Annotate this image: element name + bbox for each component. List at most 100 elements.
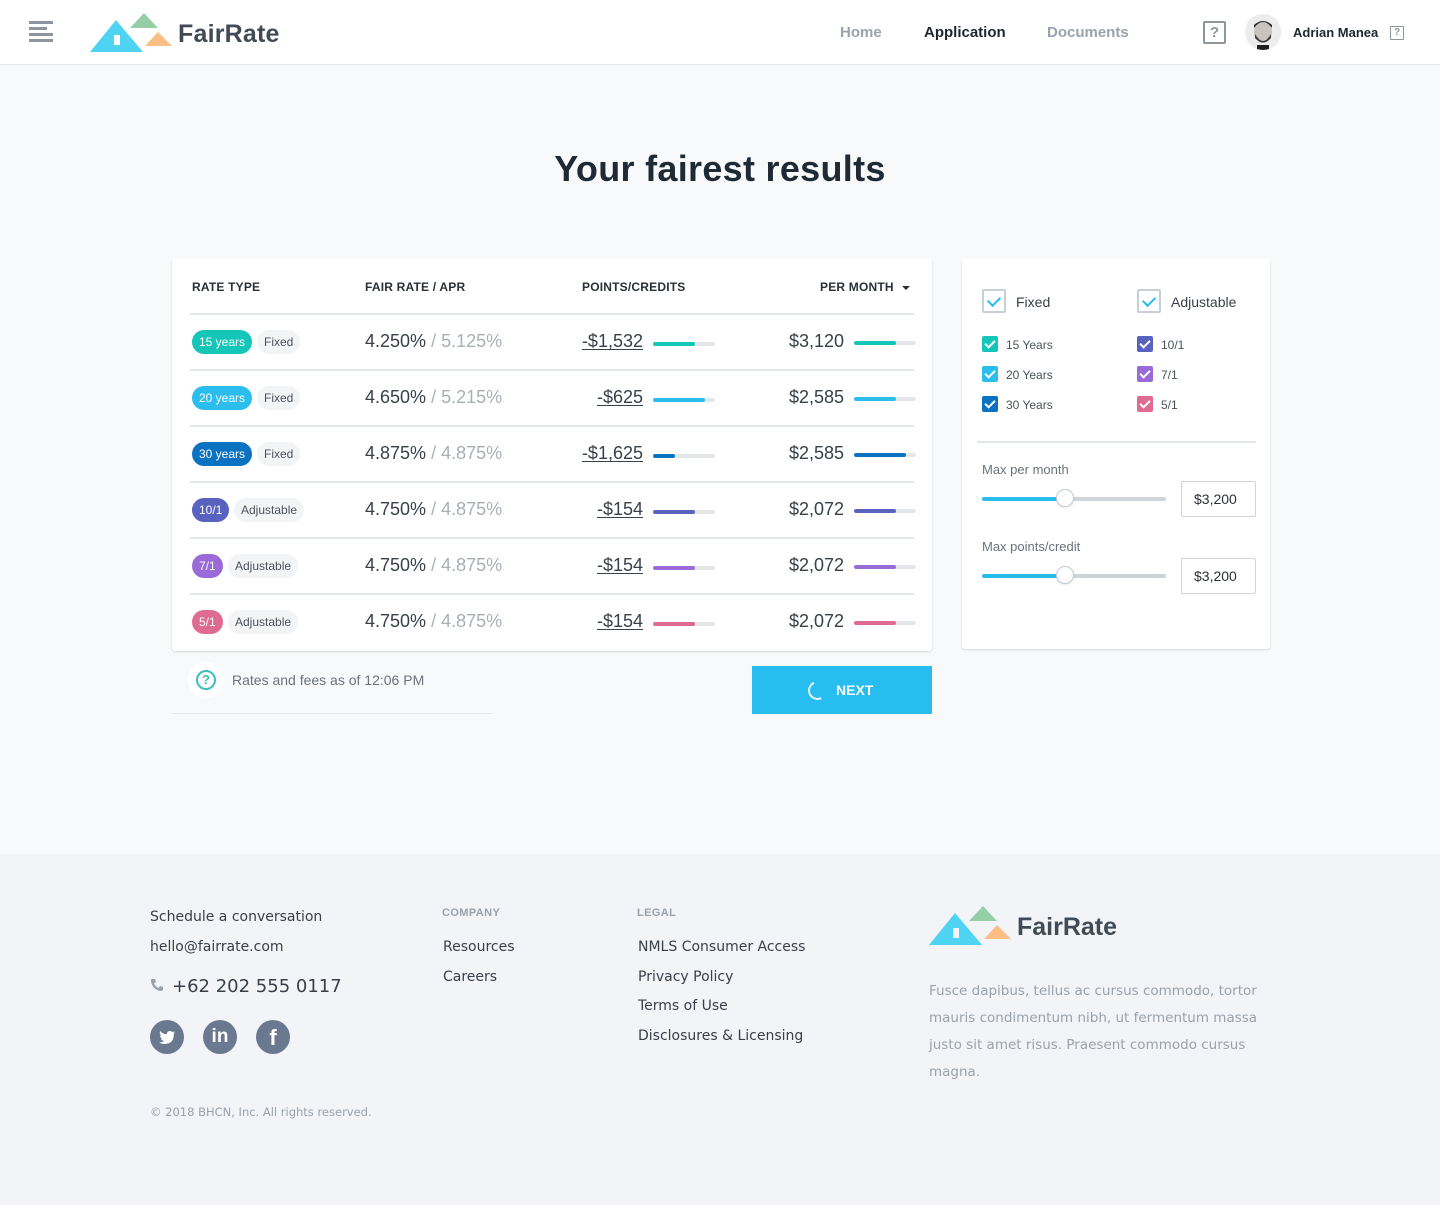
fair-rate: 4.750% / 4.875% <box>365 555 502 576</box>
column-header-rate-type: RATE TYPE <box>192 280 261 294</box>
footer-link-nmls[interactable]: NMLS Consumer Access <box>638 939 805 955</box>
slider-fill <box>982 497 1065 501</box>
schedule-link[interactable]: Schedule a conversation <box>150 909 322 925</box>
help-icon[interactable]: ? <box>1203 21 1226 44</box>
table-row[interactable]: 30 years Fixed 4.875% / 4.875% -$1,625 $… <box>190 425 916 481</box>
apr-value: / 4.875% <box>431 443 503 463</box>
checkbox-20-years[interactable] <box>982 366 998 382</box>
points-credits-link[interactable]: -$625 <box>597 387 643 408</box>
top-header: FairRate Home Application Documents ? Ad… <box>0 0 1440 65</box>
rate-value: 4.650% <box>365 387 427 407</box>
fair-rate: 4.250% / 5.125% <box>365 331 502 352</box>
brand-logo[interactable]: FairRate <box>90 13 290 53</box>
facebook-icon[interactable]: f <box>256 1020 290 1054</box>
avatar[interactable] <box>1245 14 1281 50</box>
user-help-icon[interactable]: ? <box>1390 26 1404 40</box>
max-per-month-slider[interactable] <box>982 489 1166 507</box>
adjustable-label[interactable]: Adjustable <box>1171 294 1236 310</box>
term-badge: 10/1 <box>192 498 230 522</box>
copyright: © 2018 BHCN, Inc. All rights reserved. <box>150 1105 372 1119</box>
label-5-1[interactable]: 5/1 <box>1161 398 1178 412</box>
menu-icon[interactable] <box>29 21 53 43</box>
points-bar <box>653 398 715 402</box>
twitter-icon[interactable] <box>150 1020 184 1054</box>
table-row[interactable]: 20 years Fixed 4.650% / 5.215% -$625 $2,… <box>190 369 916 425</box>
per-month-bar-fill <box>854 565 897 569</box>
loading-spinner-icon <box>805 678 830 703</box>
label-7-1[interactable]: 7/1 <box>1161 368 1178 382</box>
footer-link-terms[interactable]: Terms of Use <box>638 998 728 1014</box>
checkbox-5-1[interactable] <box>1137 396 1153 412</box>
apr-value: / 5.125% <box>431 331 503 351</box>
fixed-checkbox[interactable] <box>982 289 1006 313</box>
table-row[interactable]: 7/1 Adjustable 4.750% / 4.875% -$154 $2,… <box>190 537 916 593</box>
next-button[interactable]: NEXT <box>752 666 932 714</box>
footer-link-privacy[interactable]: Privacy Policy <box>638 969 733 985</box>
table-row[interactable]: 5/1 Adjustable 4.750% / 4.875% -$154 $2,… <box>190 593 916 649</box>
footer-link-careers[interactable]: Careers <box>443 969 497 985</box>
table-row[interactable]: 15 years Fixed 4.250% / 5.125% -$1,532 $… <box>190 313 916 369</box>
points-credits-link[interactable]: -$154 <box>597 611 643 632</box>
footer-link-disclosures[interactable]: Disclosures & Licensing <box>638 1028 803 1044</box>
label-30-years[interactable]: 30 Years <box>1006 398 1053 412</box>
max-points-input[interactable] <box>1181 558 1256 594</box>
rates-info: ? Rates and fees as of 12:06 PM <box>172 652 492 714</box>
rate-type-badge: Adjustable <box>234 498 305 522</box>
points-credits-link[interactable]: -$154 <box>597 555 643 576</box>
checkbox-15-years[interactable] <box>982 336 998 352</box>
adjustable-checkbox[interactable] <box>1137 289 1161 313</box>
footer-brand-logo[interactable]: FairRate <box>929 906 1129 946</box>
slider-thumb[interactable] <box>1055 489 1074 507</box>
points-credits-link[interactable]: -$1,625 <box>582 443 643 464</box>
nav-application[interactable]: Application <box>924 24 1006 41</box>
per-month-bar <box>854 341 916 345</box>
checkbox-7-1[interactable] <box>1137 366 1153 382</box>
linkedin-icon[interactable]: in <box>203 1020 237 1054</box>
email-link[interactable]: hello@fairrate.com <box>150 939 284 955</box>
points-credits-link[interactable]: -$154 <box>597 499 643 520</box>
brand-name: FairRate <box>178 20 280 48</box>
phone-number[interactable]: +62 202 555 0117 <box>172 976 342 997</box>
max-points-slider[interactable] <box>982 566 1166 584</box>
checkbox-10-1[interactable] <box>1137 336 1153 352</box>
points-bar <box>653 342 715 346</box>
apr-value: / 4.875% <box>431 555 503 575</box>
footer-link-resources[interactable]: Resources <box>443 939 515 955</box>
max-per-month-input[interactable] <box>1181 481 1256 517</box>
points-bar <box>653 454 715 458</box>
info-icon-wrap: ? <box>188 662 224 698</box>
nav-home[interactable]: Home <box>840 24 882 41</box>
table-row[interactable]: 10/1 Adjustable 4.750% / 4.875% -$154 $2… <box>190 481 916 537</box>
question-circle-icon[interactable]: ? <box>196 670 216 690</box>
slider-fill <box>982 574 1065 578</box>
user-name[interactable]: Adrian Manea <box>1293 25 1378 40</box>
per-month-label: PER MONTH <box>820 280 894 294</box>
rate-type-badge: Adjustable <box>228 610 299 634</box>
rate-value: 4.250% <box>365 331 427 351</box>
nav-documents[interactable]: Documents <box>1047 24 1129 41</box>
per-month-bar <box>854 453 916 457</box>
results-table: RATE TYPE FAIR RATE / APR POINTS/CREDITS… <box>172 258 932 651</box>
per-month-value: $2,072 <box>788 611 844 631</box>
house-logo-icon <box>90 13 172 52</box>
sort-caret-icon[interactable] <box>901 285 910 290</box>
slider-thumb[interactable] <box>1055 566 1074 584</box>
points-bar <box>653 510 715 514</box>
term-badge: 7/1 <box>192 554 223 578</box>
rates-timestamp: Rates and fees as of 12:06 PM <box>232 672 425 688</box>
points-credits-link[interactable]: -$1,532 <box>582 331 643 352</box>
label-20-years[interactable]: 20 Years <box>1006 368 1053 382</box>
page-title: Your fairest results <box>554 148 886 189</box>
points-bar-fill <box>653 566 696 570</box>
apr-value: / 5.215% <box>431 387 503 407</box>
fixed-label[interactable]: Fixed <box>1016 294 1050 310</box>
label-10-1[interactable]: 10/1 <box>1161 338 1184 352</box>
user-photo-icon <box>1245 14 1281 50</box>
checkbox-30-years[interactable] <box>982 396 998 412</box>
label-15-years[interactable]: 15 Years <box>1006 338 1053 352</box>
column-header-fair-rate: FAIR RATE / APR <box>365 280 466 294</box>
column-header-per-month[interactable]: PER MONTH <box>820 280 910 294</box>
term-badge: 30 years <box>192 442 253 466</box>
max-points-label: Max points/credit <box>982 539 1081 554</box>
rate-value: 4.750% <box>365 555 427 575</box>
